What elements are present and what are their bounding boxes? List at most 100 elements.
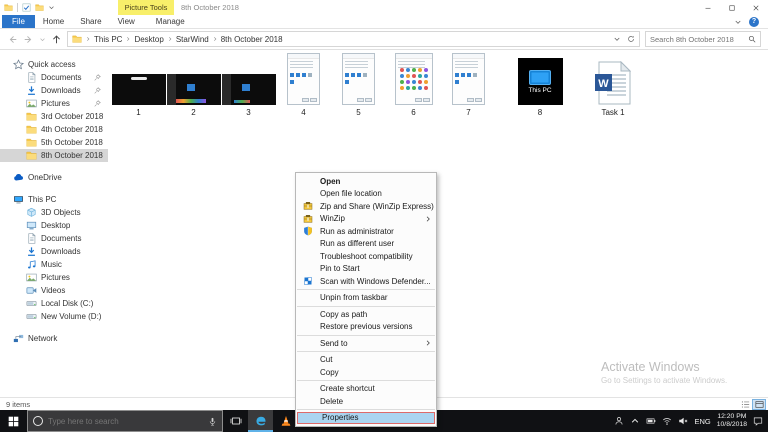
file-item-7[interactable]: 7 — [441, 53, 496, 117]
menu-item-run-as-administrator[interactable]: Run as administrator — [296, 225, 436, 238]
sidebar-item-4th-october-2018[interactable]: 4th October 2018 — [0, 123, 108, 136]
file-item-task-1[interactable]: W Task 1 — [584, 61, 642, 117]
document-icon — [26, 233, 37, 244]
sidebar-item-onedrive[interactable]: OneDrive — [0, 171, 108, 184]
microphone-icon[interactable] — [208, 417, 217, 426]
edge-taskbar-button[interactable] — [248, 410, 273, 432]
sidebar-item-music[interactable]: Music — [0, 258, 108, 271]
breadcrumb-starwind[interactable]: StarWind — [176, 35, 209, 44]
sidebar-item-this-pc[interactable]: This PC — [0, 193, 108, 206]
minimize-button[interactable] — [696, 0, 720, 15]
sidebar-item-downloads[interactable]: Downloads — [0, 245, 108, 258]
address-bar[interactable]: This PC Desktop StarWind 8th October 201… — [67, 31, 640, 47]
sidebar-item-3d-objects[interactable]: 3D Objects — [0, 206, 108, 219]
menu-item-copy-as-path[interactable]: Copy as path — [296, 308, 436, 321]
tab-home[interactable]: Home — [35, 15, 72, 28]
menu-item-open-file-location[interactable]: Open file location — [296, 188, 436, 201]
show-hidden-icons-chevron-icon[interactable] — [630, 416, 640, 426]
sidebar-item-network[interactable]: Network — [0, 332, 108, 345]
taskbar-clock[interactable]: 12:20 PM 10/8/2018 — [717, 413, 747, 429]
maximize-button[interactable] — [720, 0, 744, 15]
tab-view[interactable]: View — [110, 15, 143, 28]
people-icon[interactable] — [614, 416, 624, 426]
picture-tools-contextual-tab[interactable]: Picture Tools — [118, 0, 174, 15]
sidebar-item-pictures[interactable]: Pictures — [0, 271, 108, 284]
menu-item-troubleshoot-compatibility[interactable]: Troubleshoot compatibility — [296, 250, 436, 263]
menu-item-run-as-different-user[interactable]: Run as different user — [296, 238, 436, 251]
menu-item-copy[interactable]: Copy — [296, 366, 436, 379]
file-item-6[interactable]: 6 — [386, 53, 441, 117]
menu-item-create-shortcut[interactable]: Create shortcut — [296, 383, 436, 396]
start-button[interactable] — [0, 410, 27, 432]
menu-item-send-to[interactable]: Send to — [296, 337, 436, 350]
sidebar-item-documents-pinned[interactable]: Documents — [0, 71, 108, 84]
menu-item-delete[interactable]: Delete — [296, 395, 436, 408]
battery-icon[interactable] — [646, 416, 656, 426]
menu-item-unpin-from-taskbar[interactable]: Unpin from taskbar — [296, 292, 436, 305]
menu-item-open[interactable]: Open — [296, 175, 436, 188]
star-icon — [13, 59, 24, 70]
close-button[interactable] — [744, 0, 768, 15]
file-item-2[interactable]: 2 — [166, 74, 221, 117]
menu-item-winzip[interactable]: WinZip — [296, 213, 436, 226]
minimize-ribbon-chevron-icon[interactable] — [734, 18, 742, 26]
search-input[interactable] — [650, 35, 745, 44]
document-icon — [26, 72, 37, 83]
menu-item-pin-to-start[interactable]: Pin to Start — [296, 263, 436, 276]
desktop-screen: Picture Tools 8th October 2018 File Home… — [0, 0, 768, 432]
sidebar-item-5th-october-2018[interactable]: 5th October 2018 — [0, 136, 108, 149]
pin-icon — [94, 87, 101, 94]
network-icon[interactable] — [662, 416, 672, 426]
taskbar-search-input[interactable] — [48, 417, 203, 426]
file-thumbnail-dialog-screenshot — [342, 53, 375, 105]
details-view-button[interactable] — [738, 399, 752, 410]
new-folder-shortcut-icon[interactable] — [35, 3, 44, 12]
sidebar-item-desktop[interactable]: Desktop — [0, 219, 108, 232]
qat-customize-chevron-icon[interactable] — [48, 4, 55, 11]
menu-item-scan-with-windows-defender[interactable]: Scan with Windows Defender... — [296, 275, 436, 288]
action-center-icon[interactable] — [753, 416, 763, 426]
sidebar-item-downloads-pinned[interactable]: Downloads — [0, 84, 108, 97]
file-item-5[interactable]: 5 — [331, 53, 386, 117]
file-label: 2 — [191, 108, 195, 117]
back-button-icon[interactable] — [7, 34, 18, 45]
sidebar-item-3rd-october-2018[interactable]: 3rd October 2018 — [0, 110, 108, 123]
sidebar-item-8th-october-2018[interactable]: 8th October 2018 — [0, 149, 108, 162]
sidebar-item-documents[interactable]: Documents — [0, 232, 108, 245]
thumbnail-text: This PC — [528, 87, 551, 94]
properties-shortcut-icon[interactable] — [22, 3, 31, 12]
menu-item-cut[interactable]: Cut — [296, 354, 436, 367]
sidebar-item-videos[interactable]: Videos — [0, 284, 108, 297]
menu-item-restore-previous-versions[interactable]: Restore previous versions — [296, 321, 436, 334]
language-indicator[interactable]: ENG — [694, 417, 710, 426]
menu-item-zip-and-share[interactable]: Zip and Share (WinZip Express) — [296, 200, 436, 213]
uac-shield-icon — [303, 226, 313, 236]
volume-muted-icon[interactable] — [678, 416, 688, 426]
address-dropdown-chevron-icon[interactable] — [613, 35, 621, 43]
search-icon[interactable] — [748, 35, 756, 43]
menu-item-properties[interactable]: Properties — [297, 412, 435, 425]
sidebar-item-quick-access[interactable]: Quick access — [0, 58, 108, 71]
breadcrumb-desktop[interactable]: Desktop — [134, 35, 163, 44]
sidebar-item-new-volume-d[interactable]: New Volume (D:) — [0, 310, 108, 323]
sidebar-item-pictures-pinned[interactable]: Pictures — [0, 97, 108, 110]
recent-locations-chevron-icon[interactable] — [39, 36, 46, 43]
breadcrumb-current-folder[interactable]: 8th October 2018 — [221, 35, 283, 44]
file-item-3[interactable]: 3 — [221, 74, 276, 117]
file-item-4[interactable]: 4 — [276, 53, 331, 117]
file-item-8[interactable]: This PC 8 — [496, 58, 584, 117]
tab-file[interactable]: File — [2, 15, 35, 28]
forward-button-icon[interactable] — [23, 34, 34, 45]
up-button-icon[interactable] — [51, 34, 62, 45]
task-view-button[interactable] — [223, 410, 248, 432]
refresh-icon[interactable] — [627, 35, 635, 43]
file-item-1[interactable]: 1 — [111, 74, 166, 117]
help-icon[interactable]: ? — [749, 17, 759, 27]
tab-manage[interactable]: Manage — [148, 15, 193, 28]
taskbar-search[interactable] — [27, 410, 223, 432]
thumbnails-view-button[interactable] — [752, 399, 766, 410]
breadcrumb-this-pc[interactable]: This PC — [94, 35, 122, 44]
tab-share[interactable]: Share — [72, 15, 109, 28]
sidebar-item-local-disk-c[interactable]: Local Disk (C:) — [0, 297, 108, 310]
clock-time: 12:20 PM — [717, 413, 747, 421]
